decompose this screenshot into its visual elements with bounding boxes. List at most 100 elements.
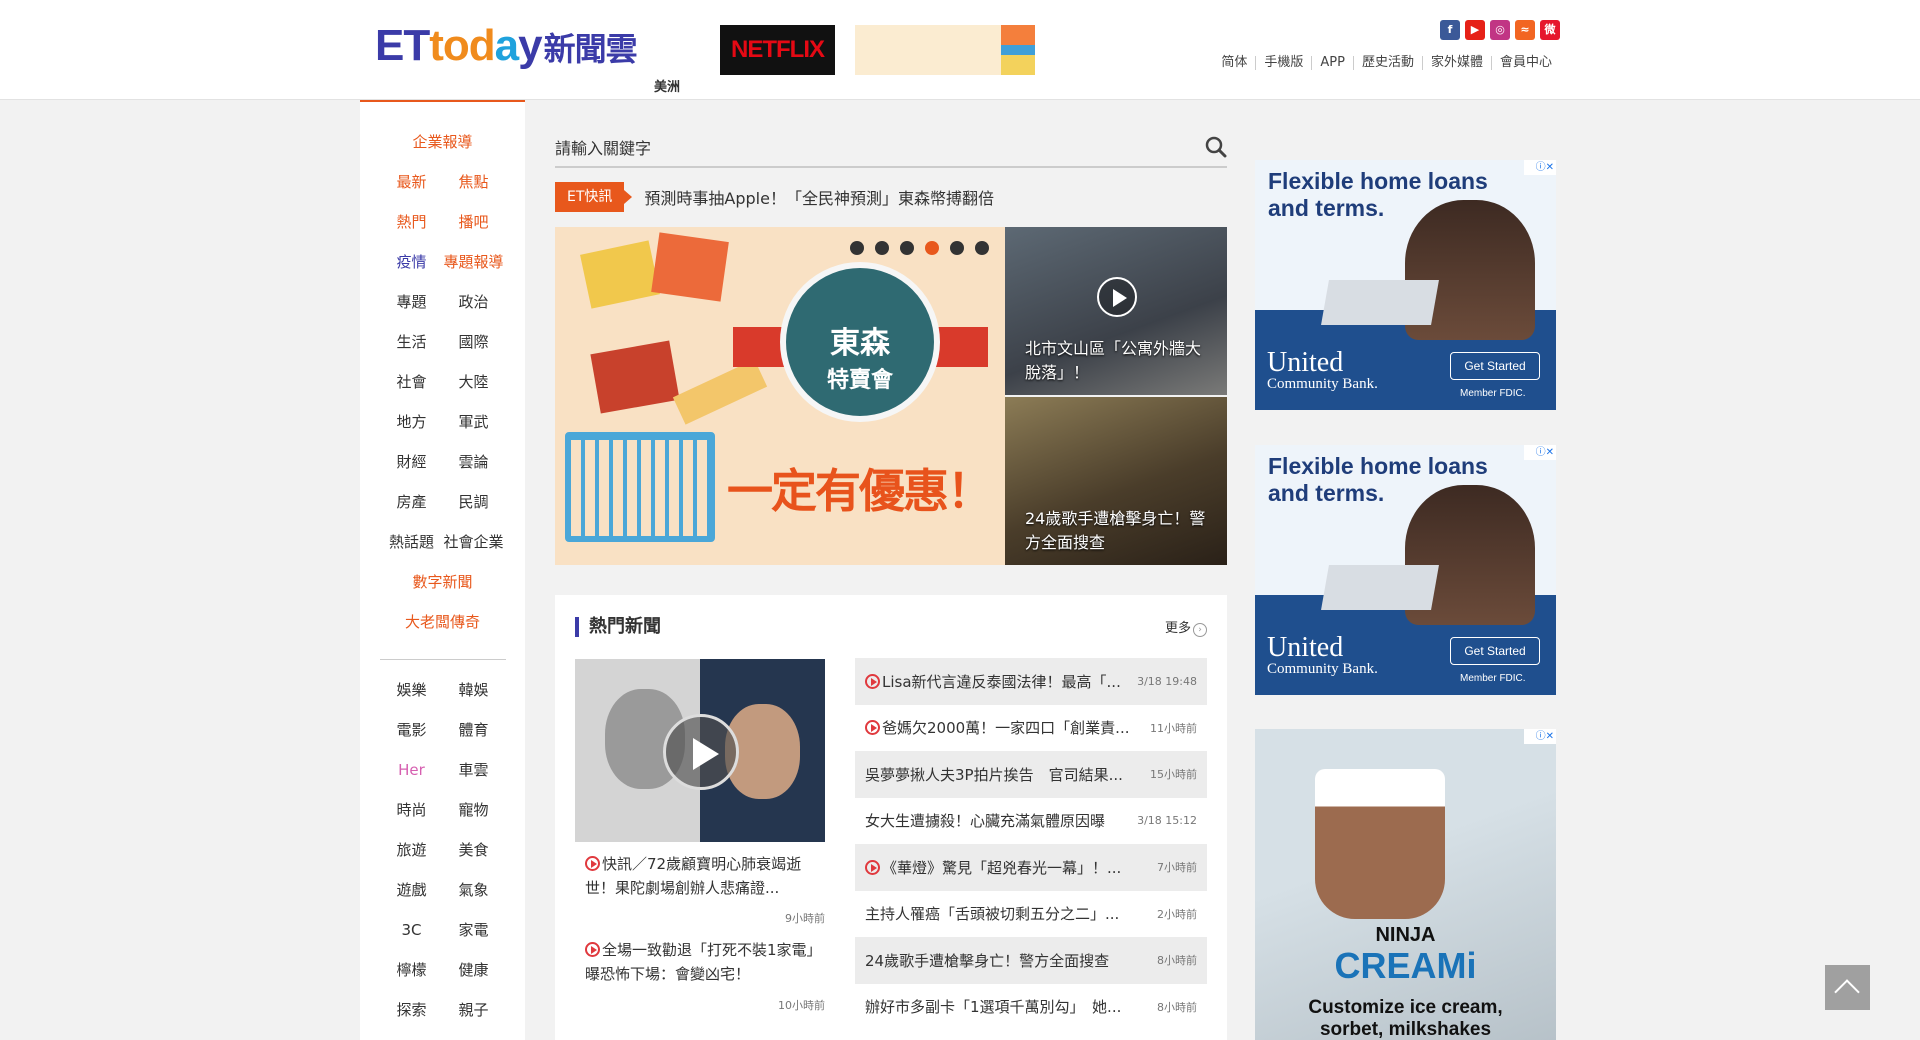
- nav-property[interactable]: 房產: [381, 482, 443, 522]
- youtube-icon[interactable]: ▶: [1465, 20, 1485, 40]
- item-time: 7小時前: [1157, 861, 1197, 875]
- nav-social-enterprise[interactable]: 社會企業: [443, 522, 505, 562]
- link-mobile[interactable]: 手機版: [1255, 56, 1311, 70]
- link-member-center[interactable]: 會員中心: [1490, 56, 1560, 70]
- slider-dot[interactable]: [875, 241, 889, 255]
- ad-cta-button[interactable]: Get Started: [1450, 352, 1540, 380]
- nav-food[interactable]: 美食: [443, 830, 505, 870]
- nav-politics[interactable]: 政治: [443, 282, 505, 322]
- nav-china[interactable]: 大陸: [443, 362, 505, 402]
- facebook-icon[interactable]: f: [1440, 20, 1460, 40]
- nav-digital-news[interactable]: 數字新聞: [360, 562, 525, 602]
- flash-headline[interactable]: 預測時事抽Apple！「全民神預測」東森幣搏翻倍: [644, 185, 994, 209]
- nav-pets[interactable]: 寵物: [443, 790, 505, 830]
- ad-close-icon[interactable]: ⓘ✕: [1524, 160, 1556, 175]
- nav-broadcast[interactable]: 播吧: [443, 202, 505, 242]
- nav-sports[interactable]: 體育: [443, 710, 505, 750]
- hot-left-article[interactable]: 快訊／72歲顧寶明心肺衰竭逝世！果陀劇場創辦人悲痛證...: [585, 852, 825, 900]
- nav-latest[interactable]: 最新: [381, 162, 443, 202]
- hot-list-item[interactable]: Lisa新代言違反泰國法律！最高「... 3/18 19:48: [855, 658, 1207, 705]
- nav-local[interactable]: 地方: [381, 402, 443, 442]
- nav-international[interactable]: 國際: [443, 322, 505, 362]
- hot-list-item[interactable]: 《華燈》驚見「超兇春光一幕」！... 7小時前: [855, 844, 1207, 891]
- nav-polls[interactable]: 民調: [443, 482, 505, 522]
- nav-travel[interactable]: 旅遊: [381, 830, 443, 870]
- nav-boss-legends[interactable]: 大老闆傳奇: [360, 602, 525, 642]
- search-icon[interactable]: [1205, 136, 1227, 158]
- nav-society[interactable]: 社會: [381, 362, 443, 402]
- nav-games[interactable]: 遊戲: [381, 870, 443, 910]
- ad-headline: Flexible home loans and terms.: [1268, 453, 1488, 507]
- nav-appliances[interactable]: 家電: [443, 910, 505, 950]
- hot-list-item[interactable]: 主持人罹癌「舌頭被切剩五分之二」... 2小時前: [855, 891, 1207, 938]
- link-app[interactable]: APP: [1311, 56, 1353, 70]
- slider-dot[interactable]: [850, 241, 864, 255]
- ad-photo: [1315, 769, 1445, 919]
- nav-fashion[interactable]: 時尚: [381, 790, 443, 830]
- nav-special-report[interactable]: 專題報導: [443, 242, 505, 282]
- news-thumb[interactable]: 24歲歌手遭槍擊身亡！警方全面搜查: [1005, 397, 1227, 565]
- nav-hot[interactable]: 熱門: [381, 202, 443, 242]
- hot-list-item[interactable]: 女大生遭擄殺！心臟充滿氣體原因曝 3/18 15:12: [855, 798, 1207, 845]
- nav-lemon[interactable]: 檸檬: [381, 950, 443, 990]
- nav-military[interactable]: 軍武: [443, 402, 505, 442]
- ad-close-icon[interactable]: ⓘ✕: [1524, 445, 1556, 460]
- ad-headline: Flexible home loans and terms.: [1268, 168, 1488, 222]
- hot-video-thumb[interactable]: [575, 659, 825, 842]
- nav-her[interactable]: Her: [381, 750, 443, 790]
- nav-korean-ent[interactable]: 韓娛: [443, 670, 505, 710]
- netflix-ad[interactable]: NETFLIX: [720, 25, 835, 75]
- weibo-icon[interactable]: 微: [1540, 20, 1560, 40]
- header-banner-ad[interactable]: [855, 25, 1035, 75]
- search-input[interactable]: [555, 132, 1175, 164]
- nav-movies[interactable]: 電影: [381, 710, 443, 750]
- nav-weather[interactable]: 氣象: [443, 870, 505, 910]
- bank-ad[interactable]: Flexible home loans and terms. United Comm…: [1255, 445, 1556, 695]
- nav-row: 地方 軍武: [360, 402, 525, 442]
- ettoday-logo[interactable]: ETtoday新聞雲: [375, 22, 685, 74]
- nav-focus[interactable]: 焦點: [443, 162, 505, 202]
- nav-hot-topics[interactable]: 熱話題: [381, 522, 443, 562]
- bank-ad[interactable]: Flexible home loans and terms. United Comm…: [1255, 160, 1556, 410]
- nav-topics[interactable]: 專題: [381, 282, 443, 322]
- hot-list-item[interactable]: 吳夢夢揪人夫3P拍片挨告 官司結果... 15小時前: [855, 751, 1207, 798]
- basket-icon: [1001, 25, 1035, 75]
- video-thumb[interactable]: 北市文山區「公寓外牆大脫落」！: [1005, 227, 1227, 395]
- badge-subtitle: 特賣會: [826, 368, 893, 393]
- nav-pandemic[interactable]: 疫情: [381, 242, 443, 282]
- hot-list-item[interactable]: 24歲歌手遭槍擊身亡！警方全面搜查 8小時前: [855, 937, 1207, 984]
- ad-headline-line: Flexible home loans: [1268, 453, 1488, 479]
- nav-corporate-report[interactable]: 企業報導: [360, 122, 525, 162]
- back-to-top-button[interactable]: [1825, 965, 1870, 1010]
- instagram-icon[interactable]: ◎: [1490, 20, 1510, 40]
- slider-dot[interactable]: [950, 241, 964, 255]
- hot-left-article[interactable]: 全場一致勸退「打死不裝1家電」 曝恐怖下場：會變凶宅！: [585, 938, 829, 986]
- link-simplified[interactable]: 简体: [1213, 56, 1255, 70]
- nav-3c[interactable]: 3C: [381, 910, 443, 950]
- slider-dot[interactable]: [900, 241, 914, 255]
- nav-finance[interactable]: 財經: [381, 442, 443, 482]
- hot-list-item[interactable]: 爸媽欠2000萬！一家四口「創業責... 11小時前: [855, 705, 1207, 752]
- ad-close-icon[interactable]: ⓘ✕: [1524, 729, 1556, 744]
- hero-slider[interactable]: 東森 特賣會 一定有優惠！: [555, 227, 1005, 565]
- link-outdoor-media[interactable]: 家外媒體: [1421, 56, 1491, 70]
- ad-cta-button[interactable]: Get Started: [1450, 637, 1540, 665]
- more-link[interactable]: 更多 ›: [1165, 617, 1207, 637]
- nav-explore[interactable]: 探索: [381, 990, 443, 1030]
- nav-health[interactable]: 健康: [443, 950, 505, 990]
- logo-letter: E: [375, 21, 404, 70]
- nav-life[interactable]: 生活: [381, 322, 443, 362]
- slider-dot[interactable]: [975, 241, 989, 255]
- nav-parenting[interactable]: 親子: [443, 990, 505, 1030]
- ninja-ad[interactable]: NINJA CREAMi Customize ice cream, sorbet…: [1255, 729, 1556, 1040]
- rss-icon[interactable]: ≈: [1515, 20, 1535, 40]
- slider-dot-active[interactable]: [925, 241, 939, 255]
- hot-list-item[interactable]: 辦好市多副卡「1選項千萬別勾」 她... 8小時前: [855, 984, 1207, 1031]
- region-label[interactable]: 美洲: [654, 76, 680, 95]
- nav-opinion[interactable]: 雲論: [443, 442, 505, 482]
- video-icon: [865, 720, 880, 736]
- nav-cars[interactable]: 車雲: [443, 750, 505, 790]
- nav-row: 3C 家電: [360, 910, 525, 950]
- link-history-events[interactable]: 歷史活動: [1352, 56, 1422, 70]
- nav-entertainment[interactable]: 娛樂: [381, 670, 443, 710]
